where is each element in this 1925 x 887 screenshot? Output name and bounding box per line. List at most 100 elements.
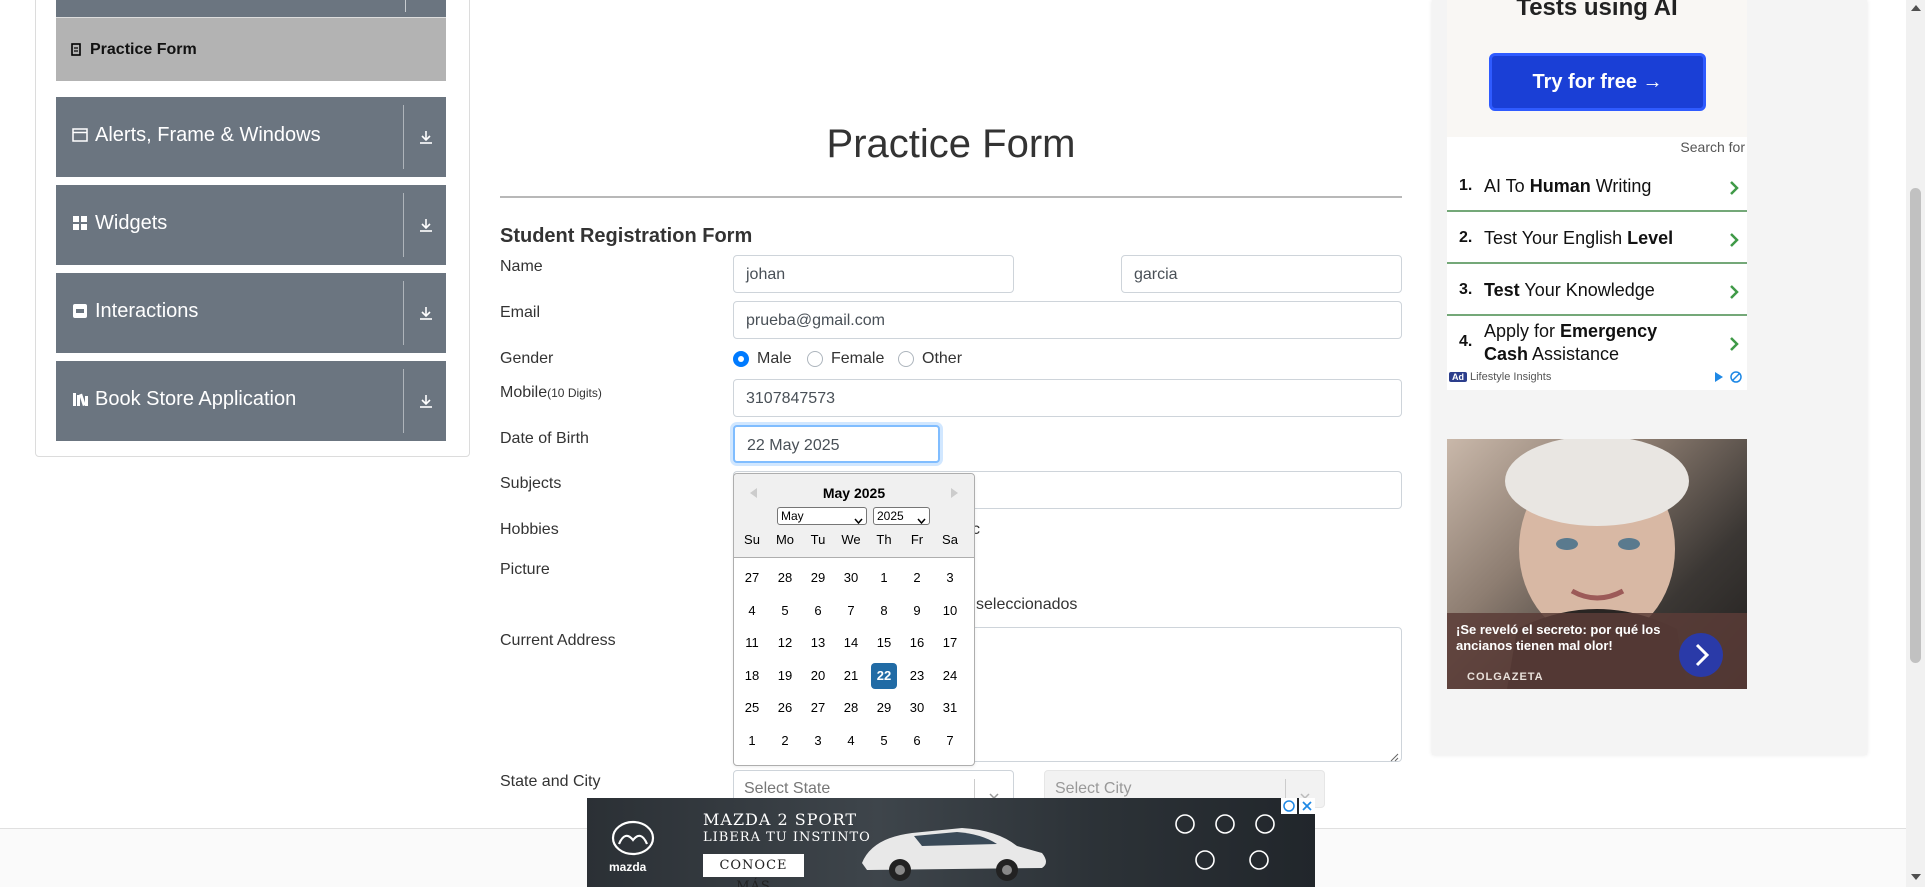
address-label: Current Address — [500, 632, 616, 649]
calendar-day[interactable]: 26 — [772, 695, 798, 721]
search-ad-item[interactable]: 4. Apply for Emergency Cash Assistance — [1447, 318, 1747, 368]
photo-caption-text: ¡Se reveló el secreto: por qué los ancia… — [1456, 622, 1661, 653]
sidebar-item-practice-form[interactable]: Practice Form — [56, 17, 446, 81]
calendar-day[interactable]: 5 — [772, 598, 798, 624]
gender-other-label[interactable]: Other — [922, 350, 962, 368]
calendar-day[interactable]: 6 — [904, 728, 930, 754]
day-name: Mo — [775, 532, 795, 547]
calendar-day[interactable]: 3 — [937, 565, 963, 591]
try-for-free-button[interactable]: Try for free → — [1489, 53, 1706, 111]
ai-tests-ad[interactable]: Tests using AI Try for free → — [1447, 0, 1747, 137]
calendar-day[interactable]: 28 — [772, 565, 798, 591]
adchoices-icon[interactable] — [1713, 370, 1745, 384]
scroll-up-icon[interactable] — [1911, 5, 1921, 11]
name-label: Name — [500, 258, 543, 275]
chevron-down-icon — [989, 786, 999, 800]
photo-ad[interactable]: ¡Se reveló el secreto: por qué los ancia… — [1447, 439, 1747, 689]
date-of-birth-input[interactable]: 22 May 2025 — [733, 425, 940, 463]
first-name-input[interactable]: johan — [733, 255, 1014, 293]
ad-sidebar: Tests using AI Try for free → Search for… — [1432, 0, 1867, 755]
calendar-day[interactable]: 15 — [871, 630, 897, 656]
search-ad-item[interactable]: 2. Test Your English Level — [1447, 214, 1747, 264]
mazda-banner-ad[interactable]: mazda MAZDA 2 SPORT LIBERA TU INSTINTO C… — [587, 798, 1315, 887]
divider — [403, 281, 404, 345]
calendar-day[interactable]: 24 — [937, 663, 963, 689]
calendar-day[interactable]: 30 — [904, 695, 930, 721]
calendar-day[interactable]: 4 — [739, 598, 765, 624]
item-text: Test Your Knowledge — [1484, 280, 1655, 300]
search-ad-item[interactable]: 1. AI To Human Writing — [1447, 162, 1747, 212]
sidebar-group-interactions[interactable]: Interactions — [56, 273, 446, 353]
calendar-day[interactable]: 29 — [871, 695, 897, 721]
calendar-day[interactable]: 1 — [739, 728, 765, 754]
search-ad-item[interactable]: 3. Test Your Knowledge — [1447, 266, 1747, 316]
last-name-input[interactable]: garcia — [1121, 255, 1402, 293]
calendar-day[interactable]: 7 — [838, 598, 864, 624]
gender-female-label[interactable]: Female — [831, 350, 884, 368]
close-icon[interactable] — [1299, 798, 1315, 814]
resize-handle-icon[interactable] — [1389, 749, 1399, 762]
download-icon — [414, 125, 438, 149]
calendar-day[interactable]: 1 — [871, 565, 897, 591]
conoce-mas-button[interactable]: CONOCE MÁS — [703, 854, 804, 887]
feature-icon — [1165, 806, 1205, 846]
calendar-day[interactable]: 27 — [805, 695, 831, 721]
search-for-label: Search for — [1680, 139, 1745, 155]
sidebar-group-forms[interactable] — [56, 0, 446, 17]
calendar-day[interactable]: 3 — [805, 728, 831, 754]
calendar-day[interactable]: 2 — [904, 565, 930, 591]
calendar-day[interactable]: 23 — [904, 663, 930, 689]
page-scrollbar[interactable] — [1906, 0, 1925, 887]
gender-male-label[interactable]: Male — [757, 350, 792, 368]
calendar-day[interactable]: 28 — [838, 695, 864, 721]
hobbies-label: Hobbies — [500, 521, 559, 538]
scrollbar-thumb[interactable] — [1910, 188, 1921, 663]
sidebar-group-label: Interactions — [95, 300, 199, 322]
scroll-down-icon[interactable] — [1911, 874, 1921, 880]
sidebar-item-label: Practice Form — [90, 41, 197, 58]
divider — [403, 105, 404, 169]
calendar-day[interactable]: 17 — [937, 630, 963, 656]
calendar-day[interactable]: 14 — [838, 630, 864, 656]
calendar-day[interactable]: 25 — [739, 695, 765, 721]
sidebar-group-widgets[interactable]: Widgets — [56, 185, 446, 265]
calendar-day[interactable]: 16 — [904, 630, 930, 656]
calendar-day[interactable]: 29 — [805, 565, 831, 591]
gender-female-radio[interactable] — [807, 351, 823, 367]
sidebar-group-alerts[interactable]: Alerts, Frame & Windows — [56, 97, 446, 177]
calendar-day[interactable]: 13 — [805, 630, 831, 656]
calendar-day[interactable]: 18 — [739, 663, 765, 689]
calendar-day[interactable]: 20 — [805, 663, 831, 689]
calendar-day[interactable]: 11 — [739, 630, 765, 656]
calendar-day[interactable]: 31 — [937, 695, 963, 721]
month-select[interactable]: May — [777, 507, 867, 525]
selected-day[interactable]: 22 — [871, 663, 897, 689]
sidebar-group-bookstore[interactable]: Book Store Application — [56, 361, 446, 441]
state-placeholder: Select State — [744, 780, 831, 797]
subjects-label: Subjects — [500, 475, 562, 492]
calendar-day[interactable]: 9 — [904, 598, 930, 624]
year-select-value: 2025 — [877, 509, 904, 523]
calendar-day[interactable]: 5 — [871, 728, 897, 754]
search-ad-list: Search for 1. AI To Human Writing 2. Tes… — [1447, 137, 1747, 390]
calendar-day[interactable]: 30 — [838, 565, 864, 591]
calendar-day[interactable]: 6 — [805, 598, 831, 624]
year-select[interactable]: 2025 — [873, 507, 930, 525]
calendar-day[interactable]: 2 — [772, 728, 798, 754]
calendar-day[interactable]: 21 — [838, 663, 864, 689]
arrow-right-icon[interactable] — [1679, 633, 1723, 677]
sidebar-group-label: Book Store Application — [95, 388, 297, 410]
calendar-day[interactable]: 10 — [937, 598, 963, 624]
calendar-day[interactable]: 7 — [937, 728, 963, 754]
calendar-day[interactable]: 19 — [772, 663, 798, 689]
gender-other-radio[interactable] — [898, 351, 914, 367]
adchoices-icon[interactable] — [1281, 798, 1297, 814]
calendar-day[interactable]: 12 — [772, 630, 798, 656]
mobile-label: Mobile(10 Digits) — [500, 384, 602, 402]
calendar-day[interactable]: 4 — [838, 728, 864, 754]
mobile-input[interactable]: 3107847573 — [733, 379, 1402, 417]
gender-male-radio[interactable] — [733, 351, 749, 367]
calendar-day[interactable]: 8 — [871, 598, 897, 624]
calendar-day[interactable]: 27 — [739, 565, 765, 591]
email-input[interactable]: prueba@gmail.com — [733, 301, 1402, 339]
